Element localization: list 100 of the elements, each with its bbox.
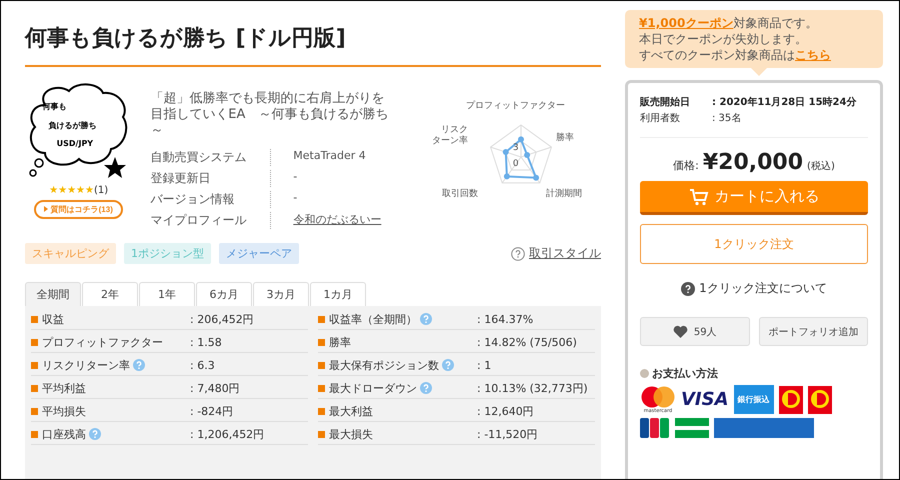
star-icon (104, 157, 126, 178)
style-tag: 1ポジション型 (124, 243, 211, 264)
help-icon (681, 282, 696, 296)
stat-value: : -11,520円 (477, 426, 538, 442)
style-tag: メジャーペア (219, 243, 299, 264)
info-label: バージョン情報 (150, 191, 236, 208)
help-icon[interactable] (420, 313, 432, 325)
stat-label: 最大利益 (329, 404, 373, 418)
info-value: MetaTrader 4 (270, 149, 396, 166)
bullet-icon (31, 430, 38, 438)
stat-value: : 14.82% (75/506) (477, 336, 577, 348)
profile-link[interactable]: 令和のだぶるいー (270, 212, 396, 229)
sales-label: 販売開始日 (640, 96, 691, 109)
help-icon[interactable] (133, 359, 145, 371)
visa-logo: VISA (681, 389, 729, 410)
stat-label: 平均利益 (42, 380, 86, 396)
triangle-icon (44, 206, 48, 212)
stat-label: リスクリターン率 (42, 358, 130, 372)
store-logo-icon (675, 418, 709, 438)
stat-label: プロフィットファクター (42, 334, 163, 350)
stat-label: 最大保有ポジション数 (329, 358, 439, 372)
radar-axis-label: 勝率 (556, 133, 574, 144)
bullet-icon (318, 316, 325, 322)
card-logo-icon (640, 418, 670, 438)
stat-value: : 206,452円 (190, 312, 254, 326)
info-label: 登録更新日 (150, 170, 212, 187)
radar-axis-label: 取引回数 (442, 189, 478, 200)
help-icon[interactable] (442, 359, 454, 371)
star-rating: ★★★★★ (49, 185, 94, 196)
stat-label: 勝率 (329, 334, 351, 350)
bullet-icon (318, 362, 325, 368)
help-icon[interactable] (420, 382, 432, 394)
sales-label: 利用者数 (640, 112, 681, 125)
stat-value: : 1 (477, 358, 492, 372)
bullet-icon (31, 316, 38, 322)
one-click-help-link[interactable]: 1クリック注文について (699, 280, 827, 297)
coupon-text: 対象商品です。 (733, 16, 818, 30)
stat-label: 最大ドローダウン (329, 380, 417, 396)
radar-tick-label: 0 (512, 159, 519, 170)
radar-axis-label: リスク (440, 125, 468, 136)
bullet-icon (318, 430, 325, 438)
bullet-icon (318, 408, 325, 414)
price-label: 価格: (673, 158, 699, 173)
radar-axis-label: プロフィットファクター (466, 101, 565, 112)
sales-value: : 2020年11月28日 15時24分 (712, 96, 858, 109)
info-value: - (270, 191, 396, 208)
product-description: 「超」低勝率でも長期的に右肩上がりを目指していくEA ～何事も負けるが勝ち～ (150, 91, 390, 139)
stat-label: 平均損失 (42, 404, 86, 418)
bullet-icon (31, 408, 38, 414)
bullet-icon (31, 384, 38, 392)
rating-count: (1) (94, 185, 108, 196)
radar-axis-label: 計測期間 (546, 189, 582, 200)
radar-tick-label: 3 (512, 143, 519, 154)
stat-label: 口座残高 (42, 426, 86, 442)
stat-value: : 10.13% (32,773円) (477, 380, 588, 396)
stat-value: : 164.37% (477, 312, 534, 326)
stat-value: : -824円 (190, 404, 234, 418)
stat-value: : 12,640円 (477, 404, 534, 418)
period-tab[interactable]: 1カ月 (310, 282, 366, 306)
coupon-text: 本日でクーポンが失効します。 (639, 31, 808, 47)
bullet-icon (318, 384, 325, 392)
store-logo-icon (714, 418, 814, 438)
tax-note: (税込) (807, 160, 835, 173)
bullet-icon (31, 362, 38, 368)
period-tab[interactable]: 1年 (139, 282, 195, 306)
stat-value: : 1.58 (190, 336, 222, 348)
like-button[interactable]: 59人 (640, 317, 750, 346)
page-title: 何事も負けるが勝ち [ドル円版] (25, 23, 601, 67)
trade-style-link[interactable]: 取引スタイル (529, 245, 601, 262)
info-label: 自動売買システム (150, 149, 248, 166)
info-label: マイプロフィール (150, 212, 248, 229)
heart-icon (672, 325, 688, 338)
stat-value: : 6.3 (190, 358, 215, 372)
stat-value: : 1,206,452円 (190, 426, 264, 442)
info-value: - (270, 170, 396, 187)
payment-heading: お支払い方法 (652, 366, 718, 381)
style-tag: スキャルピング (25, 243, 116, 264)
bullet-icon (640, 369, 649, 378)
cart-icon (688, 188, 708, 206)
period-tab[interactable]: 6カ月 (196, 282, 252, 306)
stat-label: 収益率（全期間） (329, 312, 417, 326)
thumbnail-text: USD/JPY (56, 139, 94, 148)
add-portfolio-button[interactable]: ポートフォリオ追加 (758, 317, 868, 346)
stat-label: 収益 (42, 312, 64, 326)
help-icon (511, 246, 525, 260)
sales-value: : 35名 (712, 112, 742, 125)
stat-value: : 7,480円 (190, 380, 240, 396)
radar-axis-label: ターン率 (432, 136, 468, 147)
d-logo-icon (808, 386, 832, 414)
d-logo-icon (778, 386, 803, 414)
bullet-icon (31, 338, 38, 346)
coupon-text: すべてのクーポン対象商品は (639, 48, 795, 62)
thumbnail-text: 負けるが勝ち (48, 120, 97, 131)
price-amount: ¥20,000 (702, 150, 804, 175)
help-icon[interactable] (89, 428, 101, 440)
bullet-icon (318, 338, 325, 346)
stat-label: 最大損失 (329, 426, 373, 442)
period-tab[interactable]: 3カ月 (253, 282, 309, 306)
period-tab[interactable]: 2年 (82, 282, 138, 306)
period-tab[interactable]: 全期間 (25, 282, 81, 306)
